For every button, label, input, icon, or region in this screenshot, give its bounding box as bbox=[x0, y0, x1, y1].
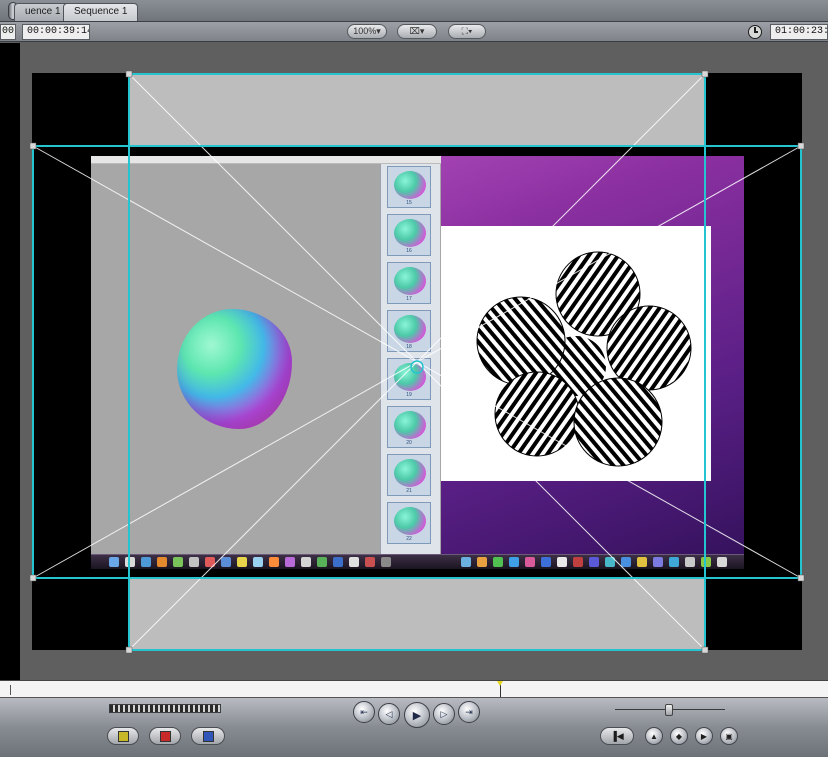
transport-controls: ⇤ ◁ ▶ ▷ ⇥ ▐◀ ▲ ◆ ▶ ▣ bbox=[0, 698, 828, 757]
marker-icon bbox=[117, 730, 129, 742]
canvas-window: uence 1 Sequence 1 00 00:00:39:14 100%▾ … bbox=[0, 0, 828, 757]
wireframe-overlay bbox=[29, 70, 805, 654]
ruler-tick bbox=[10, 685, 11, 695]
center-point-icon[interactable] bbox=[410, 360, 424, 374]
insert-edit-button[interactable]: ▶ bbox=[695, 727, 713, 745]
corner-handle[interactable] bbox=[29, 142, 37, 150]
shuttle-knob[interactable] bbox=[665, 704, 673, 716]
shuttle-control[interactable] bbox=[615, 704, 725, 716]
go-to-out-point-button[interactable]: ⇥ bbox=[458, 701, 480, 723]
add-marker-button[interactable]: ◆ bbox=[670, 727, 688, 745]
corner-handle[interactable] bbox=[125, 70, 133, 78]
corner-handle[interactable] bbox=[125, 646, 133, 654]
jog-control[interactable] bbox=[109, 704, 221, 713]
marker-icon bbox=[202, 730, 214, 742]
play-in-to-out-button[interactable]: ◁ bbox=[378, 703, 400, 725]
corner-handle[interactable] bbox=[29, 574, 37, 582]
go-to-in-point-button[interactable]: ⇤ bbox=[353, 701, 375, 723]
play-button[interactable]: ▶ bbox=[404, 702, 430, 728]
add-keyframe-button[interactable]: ▲ bbox=[645, 727, 663, 745]
corner-handle[interactable] bbox=[701, 646, 709, 654]
mark-in-button[interactable] bbox=[107, 727, 139, 745]
corner-handle[interactable] bbox=[797, 142, 805, 150]
match-frame-icon: ▐◀ bbox=[610, 730, 624, 741]
play-around-button[interactable]: ▷ bbox=[433, 703, 455, 725]
corner-handle[interactable] bbox=[701, 70, 709, 78]
playhead-marker-icon[interactable] bbox=[497, 681, 503, 686]
corner-handle[interactable] bbox=[797, 574, 805, 582]
mark-out-button[interactable] bbox=[149, 727, 181, 745]
marker-icon bbox=[159, 730, 171, 742]
overwrite-edit-button[interactable]: ▣ bbox=[720, 727, 738, 745]
timeline-scrubber[interactable] bbox=[0, 680, 828, 698]
match-frame-button[interactable]: ▐◀ bbox=[600, 727, 634, 745]
mark-clip-button[interactable] bbox=[191, 727, 225, 745]
